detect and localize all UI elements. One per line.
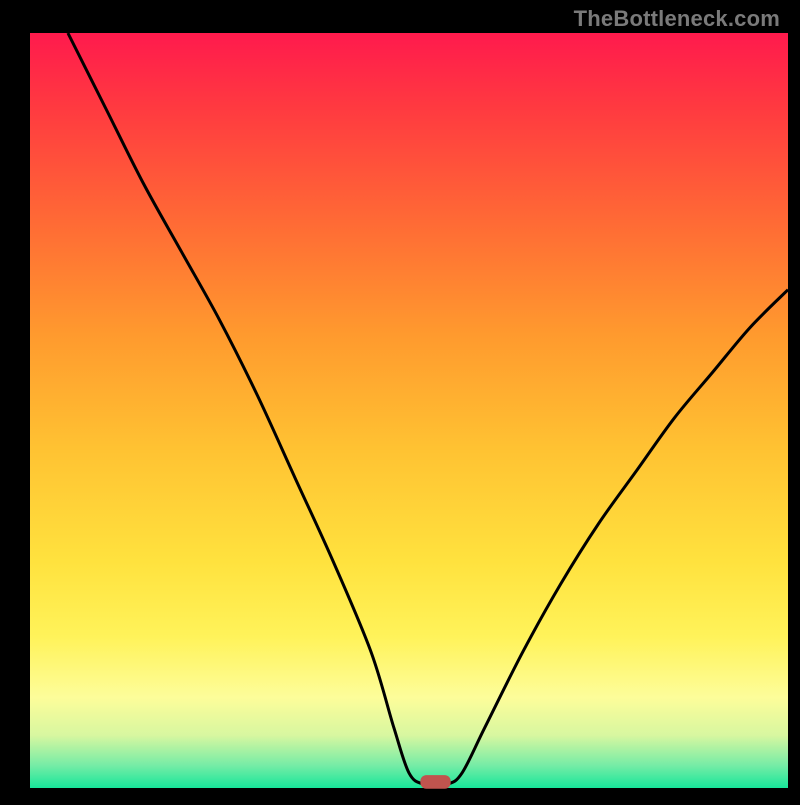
chart-frame: [0, 0, 800, 800]
plot-area: [30, 33, 788, 788]
bottleneck-chart: [0, 0, 800, 800]
watermark-text: TheBottleneck.com: [574, 6, 780, 32]
valley-marker: [420, 775, 450, 789]
